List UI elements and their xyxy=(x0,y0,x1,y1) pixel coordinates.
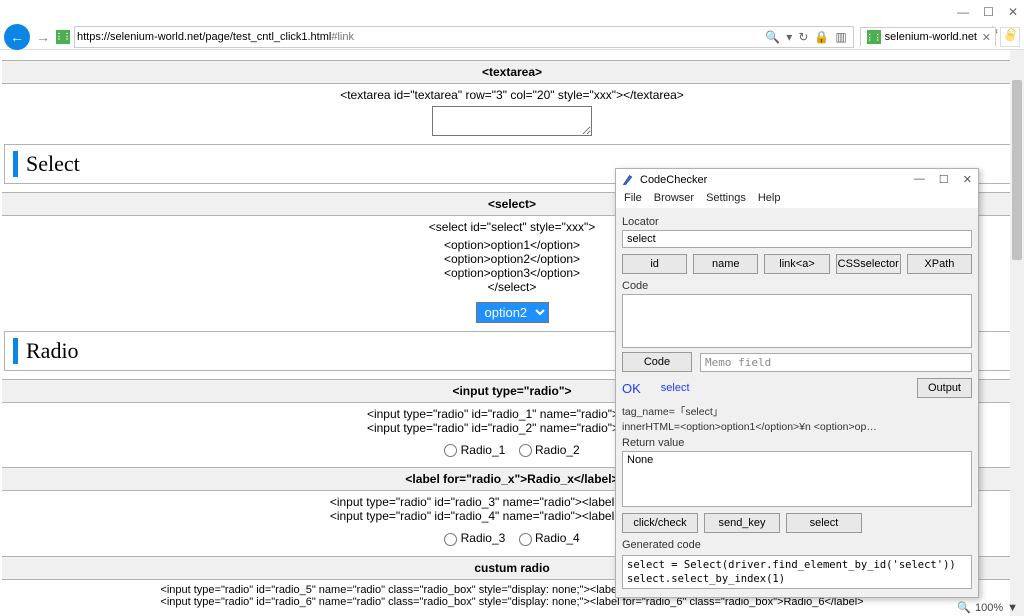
locator-link-button[interactable]: link<a> xyxy=(764,254,829,274)
forward-button[interactable]: → xyxy=(34,29,52,45)
memo-field[interactable]: Memo field xyxy=(700,353,972,372)
browser-nav-bar: ← → ⋮⋮ https://selenium-world.net/page/t… xyxy=(0,24,1024,50)
generated-code-box[interactable]: select = Select(driver.find_element_by_i… xyxy=(622,555,972,589)
compat-icon[interactable]: ▥ xyxy=(835,30,846,44)
site-favicon-icon: ⋮⋮ xyxy=(56,30,70,44)
dialog-title: CodeChecker xyxy=(640,174,707,186)
return-value-box[interactable]: None xyxy=(622,451,972,507)
address-url: https://selenium-world.net/page/test_cnt… xyxy=(75,31,759,43)
status-target: select xyxy=(661,382,690,394)
radio-4-label: Radio_4 xyxy=(535,531,580,545)
menu-help[interactable]: Help xyxy=(758,192,781,204)
tab-title: selenium-world.net xyxy=(885,31,977,43)
send-key-button[interactable]: send_key xyxy=(704,513,780,533)
tab-favicon-icon: ⋮⋮ xyxy=(867,30,881,44)
select-button[interactable]: select xyxy=(786,513,862,533)
dialog-minimize-icon[interactable]: — xyxy=(914,173,925,186)
tab-close-icon[interactable]: ✕ xyxy=(982,31,991,44)
radio-1[interactable] xyxy=(444,444,457,457)
tab-strip: ⋮⋮ selenium-world.net ✕ xyxy=(860,27,1020,47)
search-icon[interactable]: 🔍 xyxy=(765,30,780,44)
code-textarea[interactable] xyxy=(622,294,972,348)
inner-html-line: innerHTML=<option>option1</option>¥n <op… xyxy=(622,421,972,433)
locator-input[interactable] xyxy=(622,230,972,248)
codechecker-dialog: CodeChecker — ☐ ✕ File Browser Settings … xyxy=(615,168,979,598)
window-minimize-icon[interactable]: — xyxy=(957,5,969,19)
zoom-indicator[interactable]: 🔍 100% ▼ xyxy=(957,601,1018,614)
dialog-close-icon[interactable]: ✕ xyxy=(963,173,972,186)
browser-tab[interactable]: ⋮⋮ selenium-world.net ✕ xyxy=(860,27,996,46)
back-button[interactable]: ← xyxy=(4,24,30,50)
status-ok: OK xyxy=(622,381,641,396)
select-input[interactable]: option2 xyxy=(476,302,549,323)
locator-id-button[interactable]: id xyxy=(622,254,687,274)
scrollbar-thumb[interactable] xyxy=(1012,80,1022,260)
radio-3[interactable] xyxy=(444,533,457,546)
feedback-smile-icon[interactable]: ☺ xyxy=(1005,24,1018,40)
dialog-maximize-icon[interactable]: ☐ xyxy=(939,173,949,186)
locator-button-row: id name link<a> CSSselector XPath xyxy=(622,254,972,274)
address-bar[interactable]: https://selenium-world.net/page/test_cnt… xyxy=(74,26,854,48)
textarea-input[interactable] xyxy=(432,106,592,136)
menu-file[interactable]: File xyxy=(624,192,642,204)
locator-name-button[interactable]: name xyxy=(693,254,758,274)
page-scrollbar[interactable] xyxy=(1010,50,1024,616)
radio-2[interactable] xyxy=(519,444,532,457)
locator-xpath-button[interactable]: XPath xyxy=(907,254,972,274)
radio-4[interactable] xyxy=(519,533,532,546)
radio-3-label: Radio_3 xyxy=(461,531,506,545)
tag-name-line: tag_name=「select」 xyxy=(622,404,972,419)
radio3-controls: Radio_5 Radio_6 xyxy=(2,612,1022,616)
radio-2-label: Radio_2 xyxy=(535,443,580,457)
dialog-titlebar[interactable]: CodeChecker — ☐ ✕ xyxy=(616,169,978,190)
dialog-app-icon xyxy=(622,174,634,186)
address-bar-icons: 🔍▾ ↻ 🔒 ▥ xyxy=(759,30,852,44)
generated-code-label: Generated code xyxy=(622,539,972,551)
textarea-heading: <textarea> xyxy=(2,60,1022,84)
lock-icon: 🔒 xyxy=(814,30,829,44)
menu-settings[interactable]: Settings xyxy=(706,192,746,204)
refresh-icon[interactable]: ↻ xyxy=(798,30,808,44)
click-check-button[interactable]: click/check xyxy=(622,513,698,533)
return-value-label: Return value xyxy=(622,437,972,449)
window-close-icon[interactable]: ✕ xyxy=(1008,5,1018,19)
textarea-code: <textarea id="textarea" row="3" col="20"… xyxy=(2,84,1022,106)
os-titlebar: — ☐ ✕ xyxy=(0,0,1024,24)
menu-browser[interactable]: Browser xyxy=(654,192,694,204)
window-maximize-icon[interactable]: ☐ xyxy=(983,5,994,19)
locator-css-button[interactable]: CSSselector xyxy=(836,254,901,274)
action-button-row: click/check send_key select xyxy=(622,513,972,533)
locator-label: Locator xyxy=(622,216,972,228)
code-button[interactable]: Code xyxy=(622,352,692,372)
code-label: Code xyxy=(622,280,972,292)
dialog-menu: File Browser Settings Help xyxy=(616,190,978,208)
output-button[interactable]: Output xyxy=(917,378,972,398)
radio-1-label: Radio_1 xyxy=(461,443,506,457)
